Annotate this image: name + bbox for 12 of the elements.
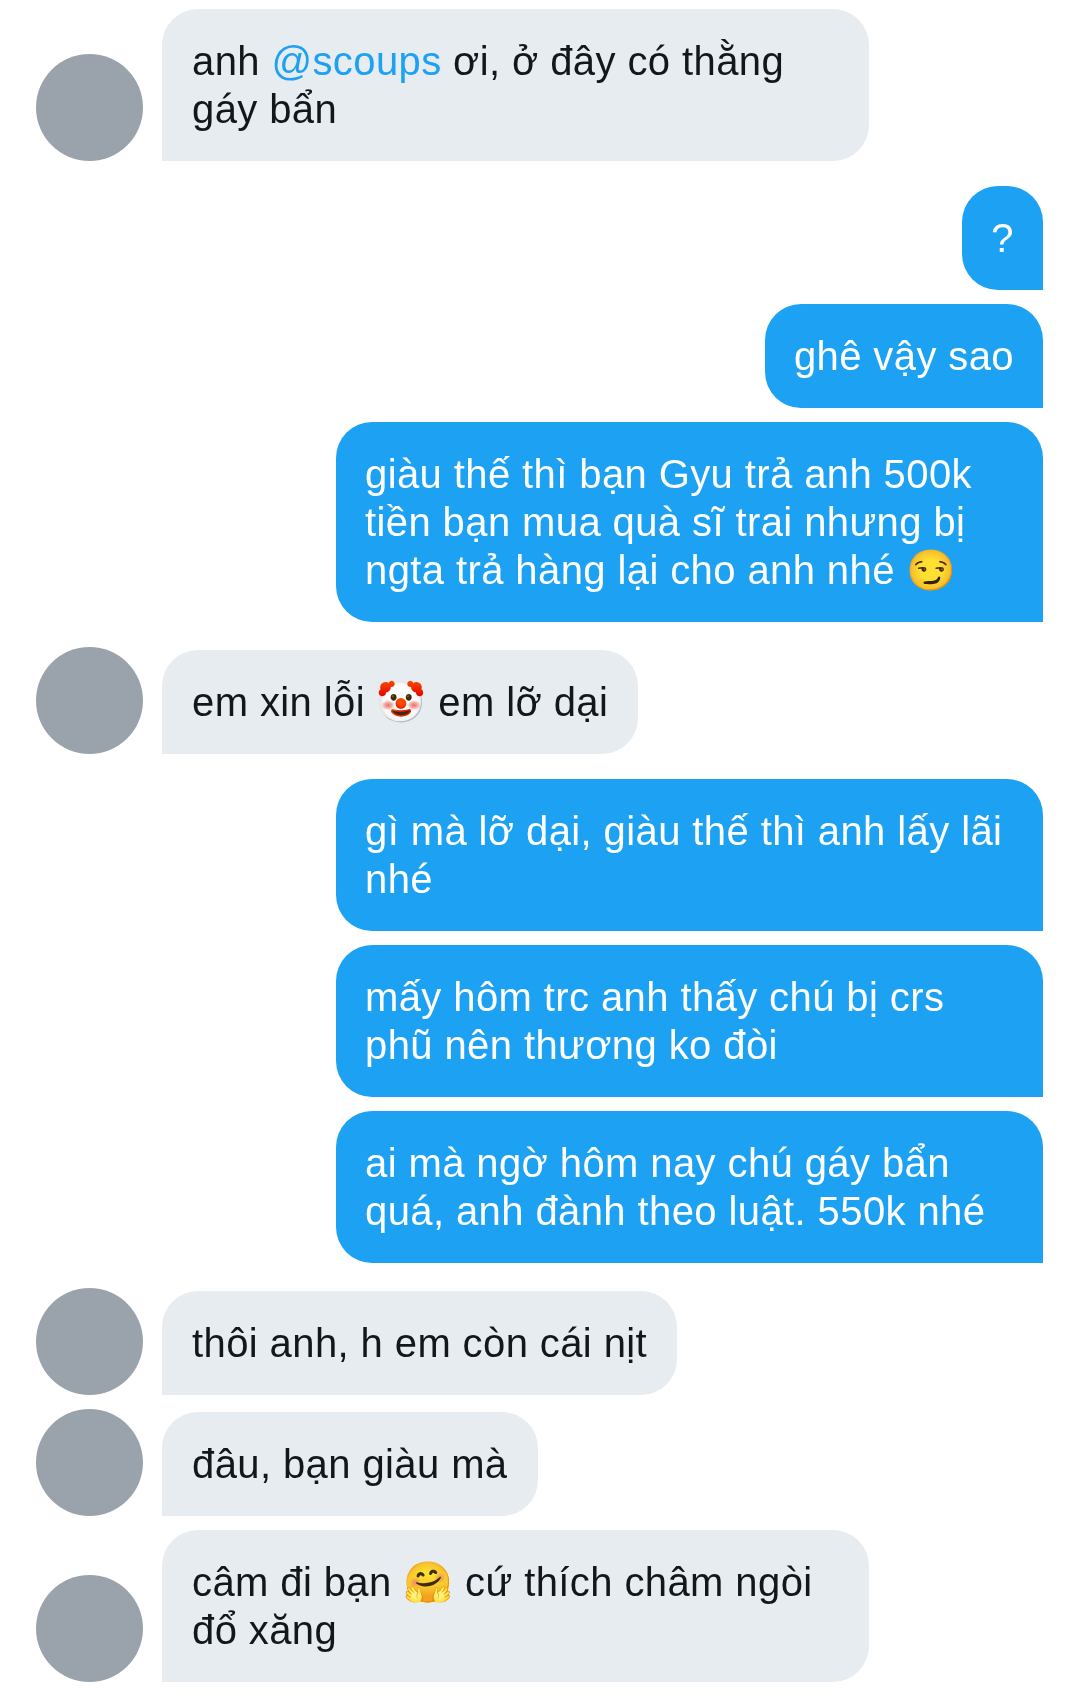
message-text: ghê vậy sao <box>793 333 1014 380</box>
message-text: anh @scoups ơi, ở đây có thằng gáy bẩn <box>192 38 786 133</box>
message-text: mấy hôm trc anh thấy chú bị crs phũ nên thương ko đòi <box>365 974 946 1069</box>
message-text: thôi anh, h em còn cái nịt <box>192 1320 648 1367</box>
message-text: câm đi bạn 🤗 cứ thích châm ngòi đổ xăng <box>192 1559 814 1654</box>
message-text: em xin lỗi 🤡 em lỡ dại <box>192 679 609 726</box>
message-text: gì mà lỡ dại, giàu thế thì anh lấy lãi nhé <box>365 808 1004 903</box>
message-text: ai mà ngờ hôm nay chú gáy bẩn quá, anh đành theo luật. 550k nhé <box>365 1140 987 1235</box>
mention-link[interactable]: @scoups <box>271 39 442 83</box>
message-text: ? <box>991 215 1014 262</box>
message-text: đâu, bạn giàu mà <box>192 1441 508 1488</box>
message-text: giàu thế thì bạn Gyu trả anh 500k tiền bạn mua quà sĩ trai nhưng bị ngta trả hàng lại cho anh nhé 😏 <box>365 451 973 594</box>
